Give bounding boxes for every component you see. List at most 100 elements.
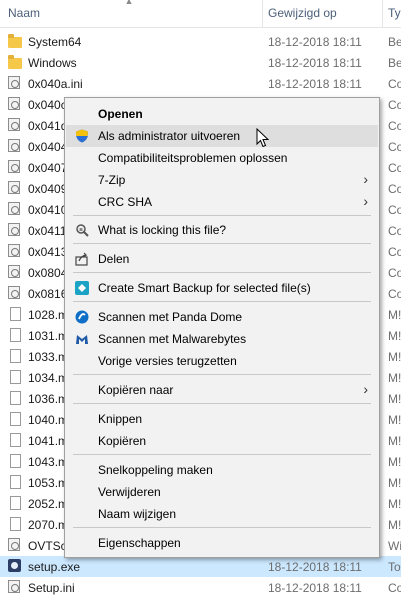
config-file-icon: [8, 139, 20, 152]
document-icon: [10, 475, 21, 489]
menu-item-crc-sha[interactable]: CRC SHA ›: [66, 191, 378, 213]
menu-item-compatibility[interactable]: Compatibiliteitsproblemen oplossen: [66, 147, 378, 169]
config-file-icon: [8, 244, 20, 257]
chevron-right-icon: ›: [363, 381, 368, 397]
file-row[interactable]: 0x040a.ini 18-12-2018 18:11 Co: [0, 73, 401, 94]
column-divider[interactable]: [262, 0, 263, 27]
menu-item-label: Vorige versies terugzetten: [98, 354, 237, 368]
file-name: 0x0804: [28, 266, 68, 280]
menu-item-label: What is locking this file?: [98, 223, 227, 237]
menu-item-label: Scannen met Panda Dome: [98, 310, 243, 324]
context-menu: Openen Als administrator uitvoeren Compa…: [64, 97, 380, 558]
menu-item-cut[interactable]: Knippen: [66, 408, 378, 430]
smart-backup-icon: [75, 281, 89, 295]
menu-item-run-as-admin[interactable]: Als administrator uitvoeren: [66, 125, 378, 147]
column-modified-header[interactable]: Gewijzigd op: [268, 6, 337, 20]
document-icon: [10, 454, 21, 468]
file-row[interactable]: setup.exe 18-12-2018 18:11 To: [0, 556, 401, 577]
menu-item-what-is-locking[interactable]: What is locking this file?: [66, 219, 378, 241]
menu-item-label: Naam wijzigen: [98, 507, 177, 521]
menu-separator: [73, 272, 371, 273]
file-name: 1040.m: [28, 413, 69, 427]
menu-item-label: Eigenschappen: [98, 536, 181, 550]
file-name: 0x0404: [28, 140, 68, 154]
file-name: 1033.m: [28, 350, 69, 364]
menu-item-label: Knippen: [98, 412, 143, 426]
config-file-icon: [8, 580, 20, 593]
file-type: Be: [388, 35, 401, 49]
config-file-icon: [8, 97, 20, 110]
file-type: Co: [388, 119, 401, 133]
file-name: setup.exe: [28, 560, 81, 574]
file-type: Co: [388, 140, 401, 154]
config-file-icon: [8, 202, 20, 215]
file-name: 0x040c: [28, 98, 67, 112]
menu-item-label: Scannen met Malwarebytes: [98, 332, 247, 346]
menu-separator: [73, 527, 371, 528]
menu-item-create-shortcut[interactable]: Snelkoppeling maken: [66, 459, 378, 481]
menu-item-label: CRC SHA: [98, 195, 153, 209]
menu-item-copy-to[interactable]: Kopiëren naar ›: [66, 379, 378, 401]
menu-item-delete[interactable]: Verwijderen: [66, 481, 378, 503]
menu-item-7zip[interactable]: 7-Zip ›: [66, 169, 378, 191]
menu-item-label: Kopiëren naar: [98, 383, 174, 397]
document-icon: [10, 391, 21, 405]
menu-item-share[interactable]: Delen: [66, 248, 378, 270]
menu-item-scan-panda[interactable]: Scannen met Panda Dome: [66, 306, 378, 328]
file-type: Co: [388, 581, 401, 595]
file-modified-date: 18-12-2018 18:11: [268, 35, 362, 49]
menu-item-open[interactable]: Openen: [66, 103, 378, 125]
menu-item-copy[interactable]: Kopiëren: [66, 430, 378, 452]
config-file-icon: [8, 181, 20, 194]
file-row[interactable]: Windows 18-12-2018 18:11 Be: [0, 52, 401, 73]
menu-item-rename[interactable]: Naam wijzigen: [66, 503, 378, 525]
chevron-right-icon: ›: [363, 193, 368, 209]
column-type-header[interactable]: Ty: [388, 6, 401, 20]
menu-item-label: Snelkoppeling maken: [98, 463, 213, 477]
file-row[interactable]: Setup.ini 18-12-2018 18:11 Co: [0, 577, 401, 598]
menu-item-label: Verwijderen: [98, 485, 161, 499]
file-row[interactable]: System64 18-12-2018 18:11 Be: [0, 31, 401, 52]
file-type: Co: [388, 245, 401, 259]
menu-item-previous-versions[interactable]: Vorige versies terugzetten: [66, 350, 378, 372]
share-icon: [75, 252, 89, 266]
file-name: OVTSc: [28, 539, 67, 553]
file-type: Co: [388, 98, 401, 112]
menu-item-smart-backup[interactable]: Create Smart Backup for selected file(s): [66, 277, 378, 299]
menu-separator: [73, 243, 371, 244]
file-name: 1031.m: [28, 329, 69, 343]
file-name: 0x0407: [28, 161, 68, 175]
menu-item-label: 7-Zip: [98, 173, 126, 187]
magnifier-lock-icon: [75, 223, 89, 237]
column-name-header[interactable]: Naam: [8, 6, 40, 20]
document-icon: [10, 412, 21, 426]
file-modified-date: 18-12-2018 18:11: [268, 77, 362, 91]
file-type: Co: [388, 266, 401, 280]
file-name: 2070.m: [28, 518, 69, 532]
menu-item-scan-malwarebytes[interactable]: Scannen met Malwarebytes: [66, 328, 378, 350]
menu-separator: [73, 403, 371, 404]
file-type: M!: [388, 434, 401, 448]
menu-separator: [73, 215, 371, 216]
file-name: Setup.ini: [28, 581, 75, 595]
file-type: M!: [388, 371, 401, 385]
document-icon: [10, 370, 21, 384]
file-modified-date: 18-12-2018 18:11: [268, 56, 362, 70]
config-file-icon: [8, 160, 20, 173]
file-type: Co: [388, 161, 401, 175]
panda-dome-icon: [75, 310, 89, 324]
file-name: 1034.m: [28, 371, 69, 385]
document-icon: [10, 517, 21, 531]
chevron-right-icon: ›: [363, 171, 368, 187]
file-name: 0x040a.ini: [28, 77, 83, 91]
column-divider[interactable]: [382, 0, 383, 27]
menu-item-properties[interactable]: Eigenschappen: [66, 532, 378, 554]
file-type: M!: [388, 518, 401, 532]
config-file-icon: [8, 118, 20, 131]
document-icon: [10, 433, 21, 447]
document-icon: [10, 328, 21, 342]
file-type: M!: [388, 329, 401, 343]
file-name: 1053.m: [28, 476, 69, 490]
mouse-pointer-icon: [256, 127, 270, 151]
exe-icon: [8, 559, 21, 572]
